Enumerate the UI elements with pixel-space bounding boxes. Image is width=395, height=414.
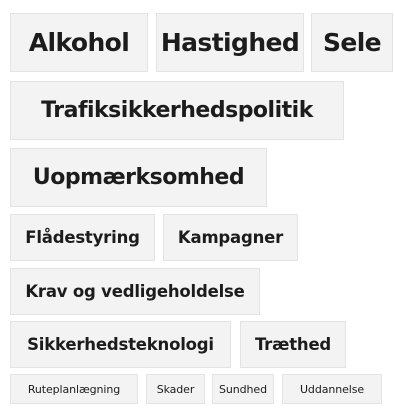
tag-kampagner[interactable]: Kampagner xyxy=(163,214,298,261)
tag-sele[interactable]: Sele xyxy=(311,13,393,72)
tag-skader[interactable]: Skader xyxy=(146,374,205,404)
tag-uopmaerksomhed[interactable]: Uopmærksomhed xyxy=(10,148,267,207)
tag-ruteplanlaegning[interactable]: Ruteplanlægning xyxy=(10,374,138,404)
tag-trafiksikkerhedspolitik[interactable]: Trafiksikkerhedspolitik xyxy=(10,81,344,140)
tag-cloud: Alkohol Hastighed Sele Trafiksikkerhedsp… xyxy=(0,0,395,414)
tag-sundhed[interactable]: Sundhed xyxy=(212,374,274,404)
tag-traethed[interactable]: Træthed xyxy=(240,321,346,368)
tag-hastighed[interactable]: Hastighed xyxy=(156,13,304,72)
tag-sikkerhedsteknologi[interactable]: Sikkerhedsteknologi xyxy=(10,321,231,368)
tag-fladestyring[interactable]: Flådestyring xyxy=(10,214,155,261)
tag-krav-og-vedligeholdelse[interactable]: Krav og vedligeholdelse xyxy=(10,268,260,315)
tag-uddannelse[interactable]: Uddannelse xyxy=(282,374,382,404)
tag-alkohol[interactable]: Alkohol xyxy=(10,13,148,72)
